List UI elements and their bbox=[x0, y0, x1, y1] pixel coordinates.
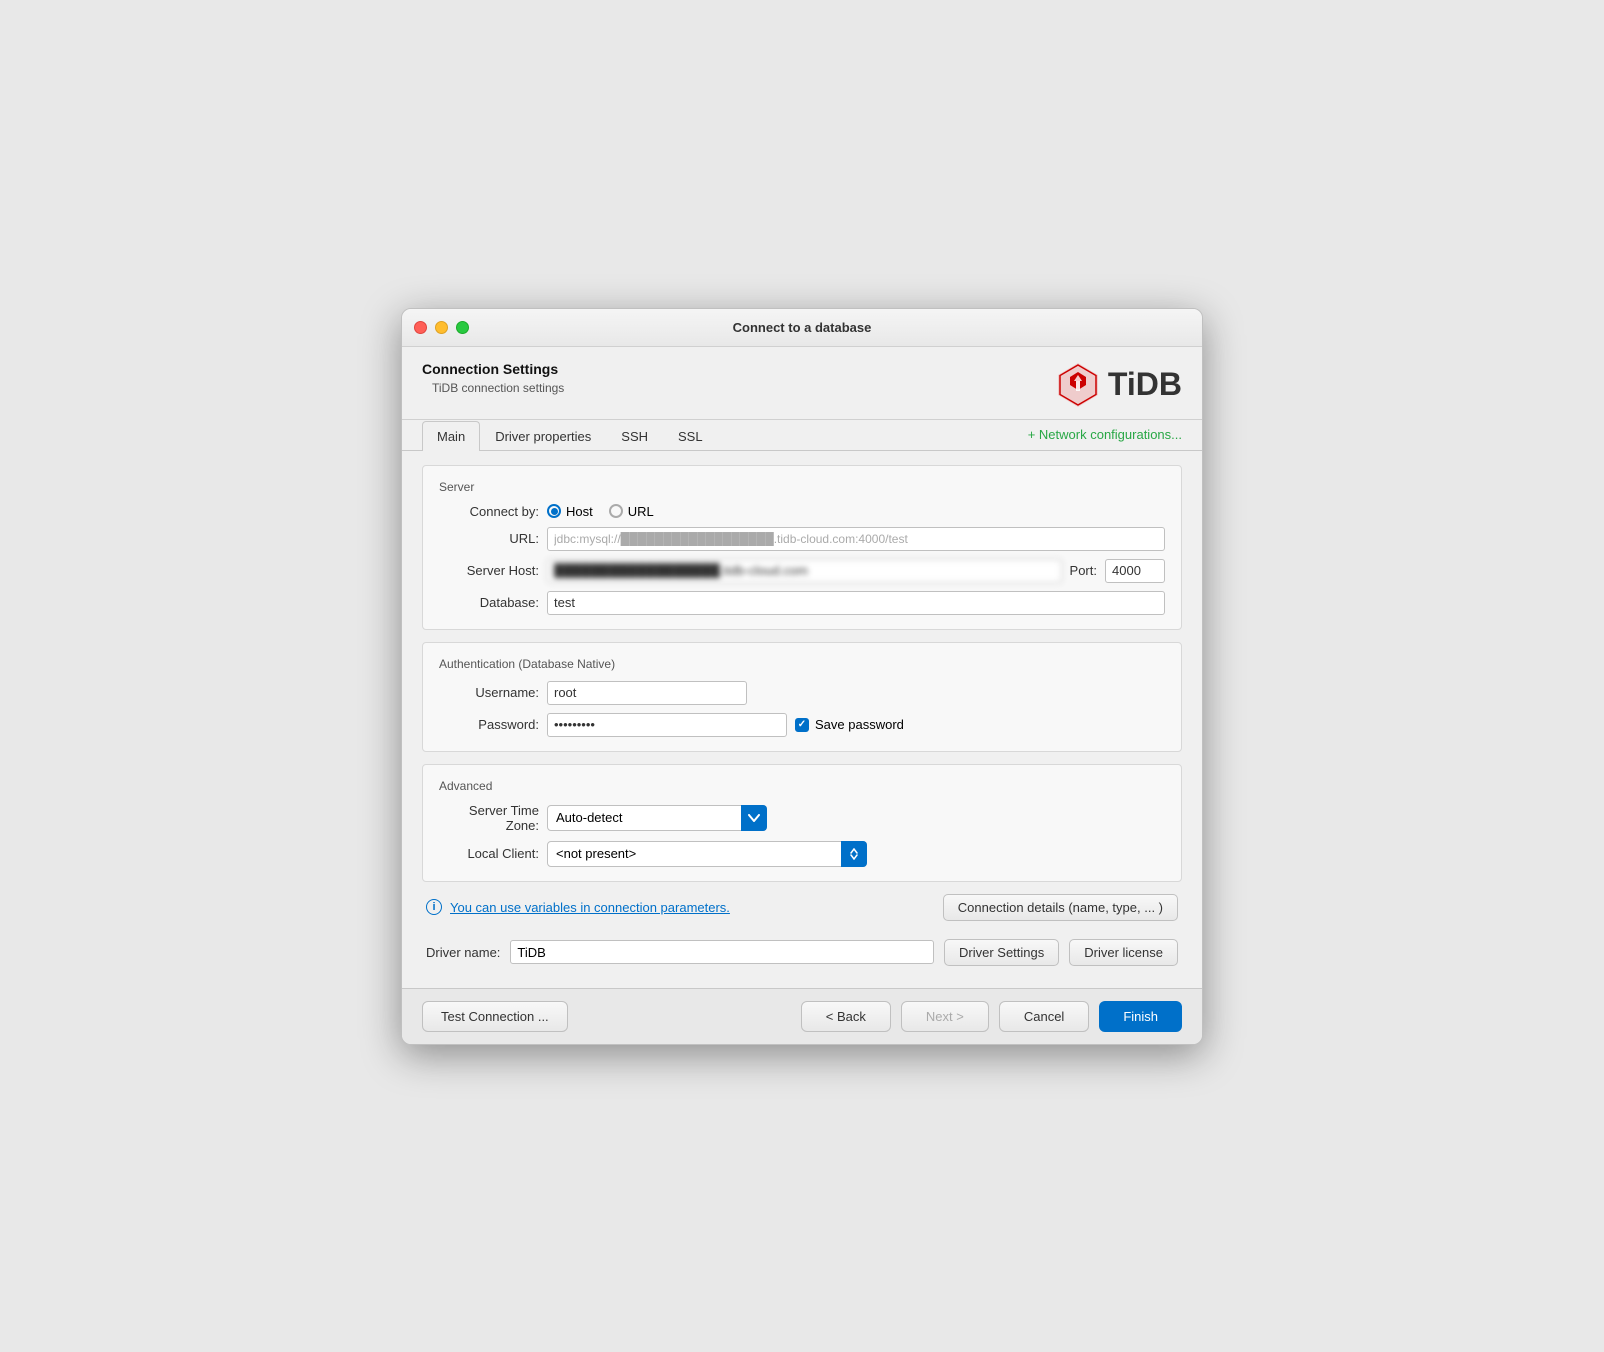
header: Connection Settings TiDB connection sett… bbox=[402, 347, 1202, 420]
server-section: Server Connect by: Host URL URL: bbox=[422, 465, 1182, 630]
connection-settings-subtitle: TiDB connection settings bbox=[432, 381, 564, 395]
tabs-bar: Main Driver properties SSH SSL + Network… bbox=[402, 420, 1202, 451]
local-client-row: Local Client: <not present> bbox=[439, 841, 1165, 867]
tidb-logo-icon bbox=[1054, 361, 1102, 409]
header-left: Connection Settings TiDB connection sett… bbox=[422, 361, 564, 395]
port-input[interactable] bbox=[1105, 559, 1165, 583]
server-host-row: Server Host: Port: bbox=[439, 559, 1165, 583]
server-section-title: Server bbox=[439, 480, 1165, 494]
radio-url[interactable]: URL bbox=[609, 504, 654, 519]
url-row: URL: bbox=[439, 527, 1165, 551]
local-client-label: Local Client: bbox=[439, 846, 539, 861]
port-label: Port: bbox=[1070, 563, 1097, 578]
connection-settings-title: Connection Settings bbox=[422, 361, 564, 377]
timezone-select[interactable]: Auto-detect bbox=[547, 805, 767, 831]
driver-license-button[interactable]: Driver license bbox=[1069, 939, 1178, 966]
auth-section: Authentication (Database Native) Usernam… bbox=[422, 642, 1182, 752]
tab-ssl[interactable]: SSL bbox=[663, 421, 718, 451]
main-content: Server Connect by: Host URL URL: bbox=[402, 451, 1202, 988]
tab-main[interactable]: Main bbox=[422, 421, 480, 451]
window-controls bbox=[414, 321, 469, 334]
connection-details-button[interactable]: Connection details (name, type, ... ) bbox=[943, 894, 1178, 921]
close-button[interactable] bbox=[414, 321, 427, 334]
username-row: Username: bbox=[439, 681, 1165, 705]
timezone-label: Server Time Zone: bbox=[439, 803, 539, 833]
info-icon: i bbox=[426, 899, 442, 915]
radio-url-circle bbox=[609, 504, 623, 518]
bottom-bar: Test Connection ... < Back Next > Cancel… bbox=[402, 988, 1202, 1044]
password-label: Password: bbox=[439, 717, 539, 732]
radio-url-label: URL bbox=[628, 504, 654, 519]
finish-button[interactable]: Finish bbox=[1099, 1001, 1182, 1032]
tidb-logo-text: TiDB bbox=[1108, 366, 1182, 403]
timezone-row: Server Time Zone: Auto-detect bbox=[439, 803, 1165, 833]
bottom-left: Test Connection ... bbox=[422, 1001, 568, 1032]
server-host-input[interactable] bbox=[547, 559, 1062, 583]
cancel-button[interactable]: Cancel bbox=[999, 1001, 1089, 1032]
username-label: Username: bbox=[439, 685, 539, 700]
radio-host-label: Host bbox=[566, 504, 593, 519]
connect-by-radio-group: Host URL bbox=[547, 504, 654, 519]
save-password-text: Save password bbox=[815, 717, 904, 732]
timezone-select-wrap: Auto-detect bbox=[547, 805, 767, 831]
back-button[interactable]: < Back bbox=[801, 1001, 891, 1032]
username-input[interactable] bbox=[547, 681, 747, 705]
url-input[interactable] bbox=[547, 527, 1165, 551]
connect-by-row: Connect by: Host URL bbox=[439, 504, 1165, 519]
local-client-select[interactable]: <not present> bbox=[547, 841, 867, 867]
maximize-button[interactable] bbox=[456, 321, 469, 334]
minimize-button[interactable] bbox=[435, 321, 448, 334]
bottom-right: < Back Next > Cancel Finish bbox=[801, 1001, 1182, 1032]
driver-name-label: Driver name: bbox=[426, 945, 500, 960]
tab-driver-properties[interactable]: Driver properties bbox=[480, 421, 606, 451]
advanced-section: Advanced Server Time Zone: Auto-detect L… bbox=[422, 764, 1182, 882]
next-button[interactable]: Next > bbox=[901, 1001, 989, 1032]
titlebar: Connect to a database bbox=[402, 309, 1202, 347]
password-input[interactable] bbox=[547, 713, 787, 737]
radio-host-circle bbox=[547, 504, 561, 518]
tabs: Main Driver properties SSH SSL bbox=[422, 420, 718, 450]
database-label: Database: bbox=[439, 595, 539, 610]
save-password-checkbox[interactable] bbox=[795, 718, 809, 732]
auth-section-title: Authentication (Database Native) bbox=[439, 657, 1165, 671]
local-client-select-wrap: <not present> bbox=[547, 841, 867, 867]
logo-area: TiDB bbox=[1054, 361, 1182, 409]
database-row: Database: bbox=[439, 591, 1165, 615]
save-password-label[interactable]: Save password bbox=[795, 717, 904, 732]
connect-by-label: Connect by: bbox=[439, 504, 539, 519]
footer-info: i You can use variables in connection pa… bbox=[422, 894, 1182, 921]
advanced-section-title: Advanced bbox=[439, 779, 1165, 793]
driver-name-input[interactable] bbox=[510, 940, 934, 964]
test-connection-button[interactable]: Test Connection ... bbox=[422, 1001, 568, 1032]
window-title: Connect to a database bbox=[733, 320, 872, 335]
radio-host[interactable]: Host bbox=[547, 504, 593, 519]
variables-link[interactable]: You can use variables in connection para… bbox=[450, 900, 730, 915]
main-window: Connect to a database Connection Setting… bbox=[401, 308, 1203, 1045]
tab-ssh[interactable]: SSH bbox=[606, 421, 663, 451]
driver-row: Driver name: Driver Settings Driver lice… bbox=[422, 931, 1182, 974]
password-row: Password: Save password bbox=[439, 713, 1165, 737]
info-left: i You can use variables in connection pa… bbox=[426, 899, 730, 915]
driver-settings-button[interactable]: Driver Settings bbox=[944, 939, 1059, 966]
server-host-label: Server Host: bbox=[439, 563, 539, 578]
network-configurations-link[interactable]: + Network configurations... bbox=[1028, 427, 1182, 450]
database-input[interactable] bbox=[547, 591, 1165, 615]
url-label: URL: bbox=[439, 531, 539, 546]
